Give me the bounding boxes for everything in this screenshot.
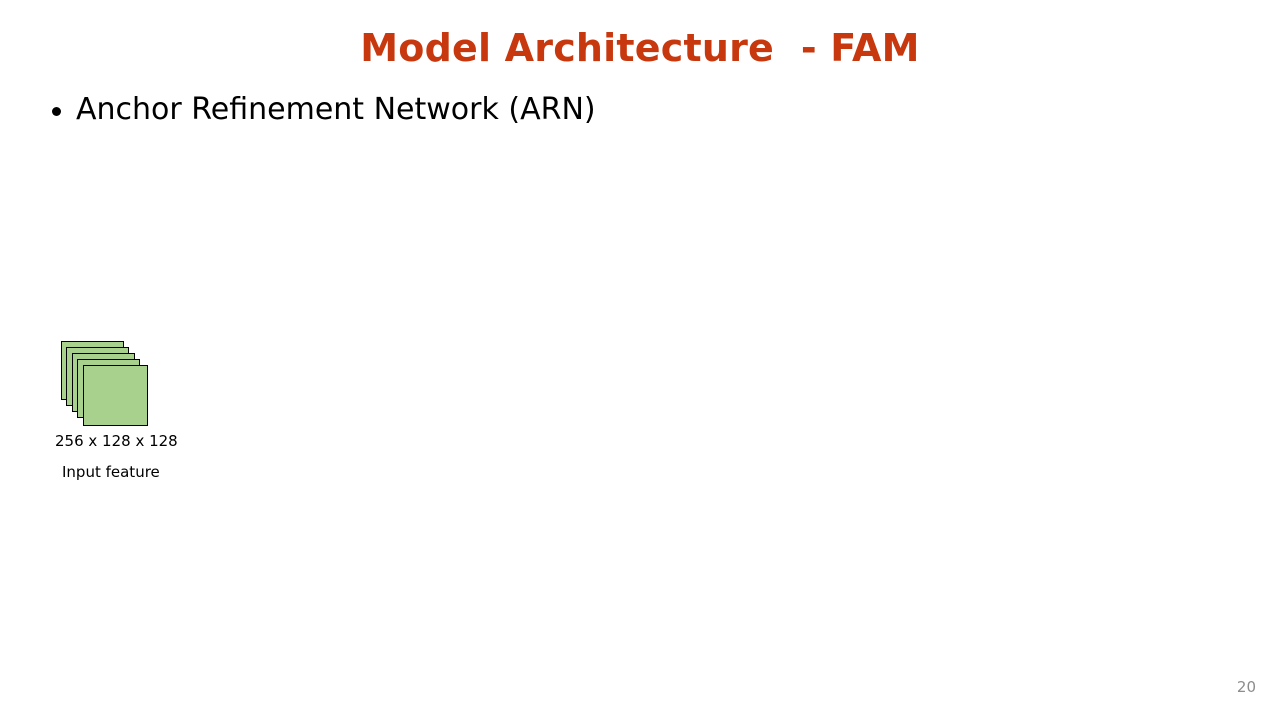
page-number: 20 <box>1236 678 1256 696</box>
feature-size-label: 256 x 128 x 128 <box>55 432 178 450</box>
feature-name-label: Input feature <box>62 463 160 481</box>
feature-map-layer-5 <box>83 365 148 426</box>
input-feature-stack <box>0 0 1280 720</box>
slide: Model Architecture - FAM Anchor Refineme… <box>0 0 1280 720</box>
